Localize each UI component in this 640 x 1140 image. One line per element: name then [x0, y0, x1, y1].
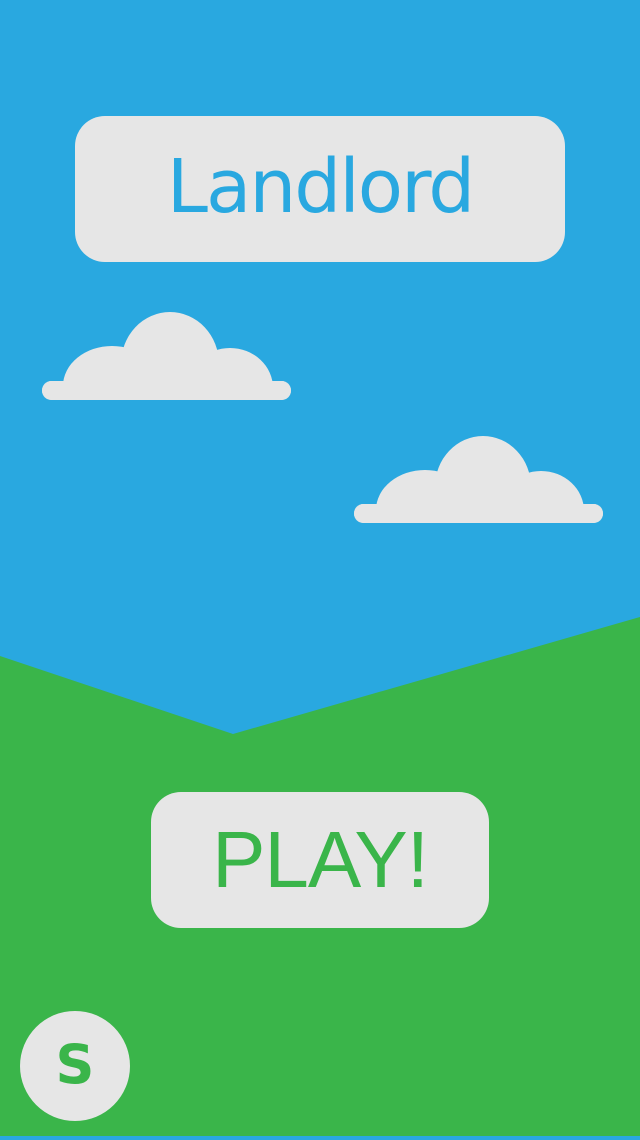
settings-button[interactable]: S	[20, 1011, 130, 1121]
play-button[interactable]: PLAY!	[151, 792, 489, 928]
settings-button-label: S	[55, 1033, 95, 1096]
game-title: Landlord	[166, 144, 475, 230]
title-panel: Landlord	[75, 116, 565, 262]
play-button-label: PLAY!	[212, 815, 429, 904]
